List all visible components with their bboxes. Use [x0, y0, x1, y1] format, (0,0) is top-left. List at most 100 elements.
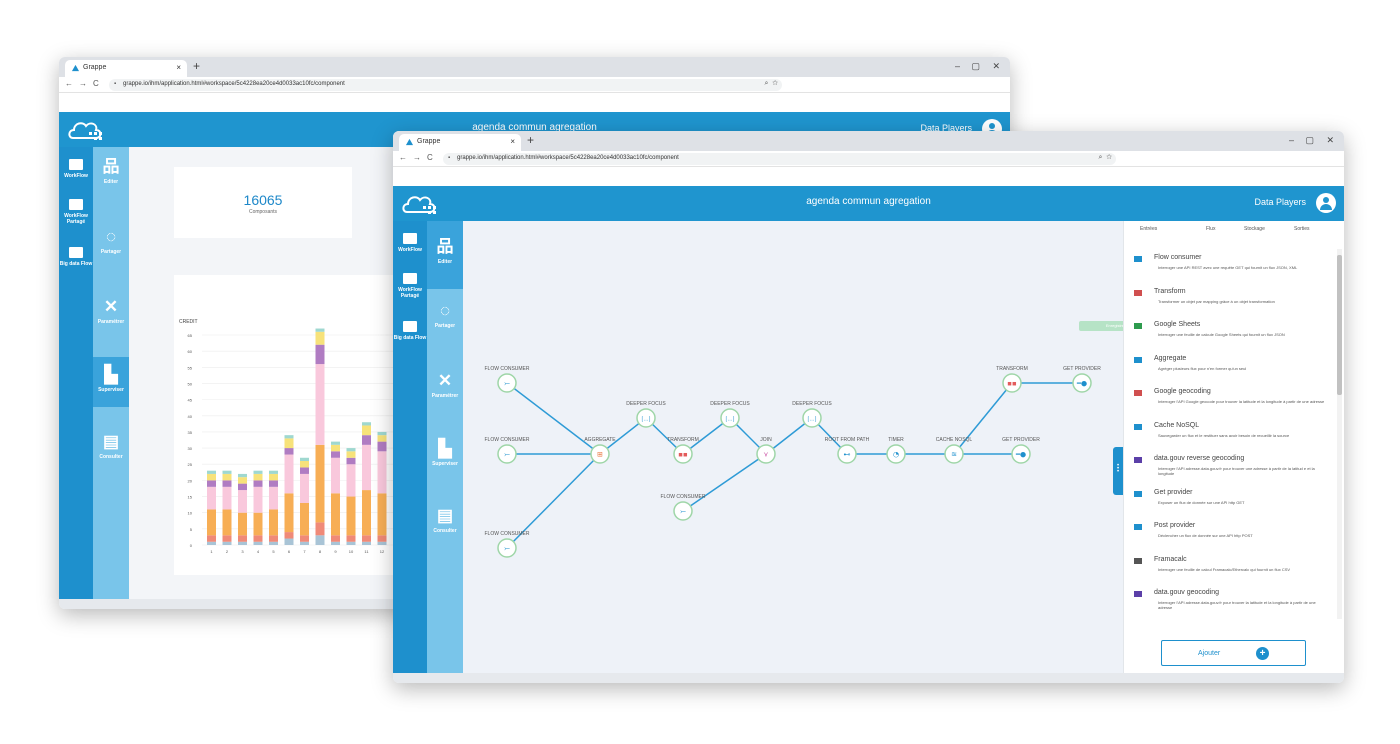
- bar-segment[interactable]: [315, 535, 325, 545]
- bar-segment[interactable]: [300, 503, 309, 536]
- bar-segment[interactable]: [284, 435, 294, 439]
- bar-segment[interactable]: [207, 480, 216, 487]
- bar-segment[interactable]: [207, 535, 216, 542]
- bar-segment[interactable]: [346, 535, 356, 542]
- workflow-node-fc4[interactable]: ⤚ FLOW CONSUMER: [661, 494, 706, 521]
- bar-segment[interactable]: [253, 512, 263, 536]
- bar-segment[interactable]: [238, 483, 247, 491]
- bar-segment[interactable]: [284, 454, 294, 494]
- browser-window-front[interactable]: Grappe × + – ▢ ✕ ← → C ▪ grappe.io/ihm/a…: [393, 131, 1344, 683]
- bar-segment[interactable]: [331, 451, 340, 458]
- tab-entrees[interactable]: Entrées: [1140, 226, 1157, 232]
- bar-segment[interactable]: [346, 448, 356, 452]
- workflow-node-tr1[interactable]: ▪▪ TRANSFORM: [667, 437, 699, 464]
- bar-segment[interactable]: [346, 457, 356, 465]
- new-tab-button[interactable]: +: [527, 133, 534, 147]
- bar-segment[interactable]: [222, 486, 232, 510]
- bar-segment[interactable]: [300, 457, 309, 461]
- bar-segment[interactable]: [253, 473, 263, 481]
- bar-segment[interactable]: [269, 541, 278, 545]
- close-window-button[interactable]: ✕: [992, 61, 1000, 72]
- tab-close-icon[interactable]: ×: [510, 137, 515, 146]
- minimize-button[interactable]: –: [1289, 135, 1294, 145]
- bar-segment[interactable]: [377, 541, 387, 545]
- bar-segment[interactable]: [300, 473, 309, 503]
- sidebar-item-big-data-flow[interactable]: Big data Flow: [393, 321, 427, 341]
- bar-segment[interactable]: [315, 344, 325, 365]
- workflow-node-df2[interactable]: […] DEEPER FOCUS: [710, 401, 750, 428]
- new-tab-button[interactable]: +: [193, 59, 200, 73]
- bar-segment[interactable]: [207, 486, 216, 510]
- workflow-node-timer[interactable]: ◔ TIMER: [886, 437, 906, 464]
- bar-segment[interactable]: [300, 535, 309, 542]
- workflow-node-agg[interactable]: ⊞ AGGREGATE: [584, 437, 616, 464]
- bar-segment[interactable]: [377, 435, 387, 442]
- workflow-node-root[interactable]: ⊷ ROOT FROM PATH: [825, 437, 870, 464]
- bar-segment[interactable]: [346, 541, 356, 545]
- minimize-button[interactable]: –: [955, 61, 960, 71]
- bar-segment[interactable]: [362, 490, 371, 536]
- tab-stockage[interactable]: Stockage: [1244, 226, 1265, 232]
- bar-segment[interactable]: [315, 522, 325, 536]
- bar-segment[interactable]: [238, 477, 247, 484]
- sidebar-item-partager[interactable]: ◌ Partager: [93, 227, 129, 255]
- bar-segment[interactable]: [222, 509, 232, 536]
- bar-segment[interactable]: [315, 364, 325, 445]
- bar-segment[interactable]: [331, 444, 340, 452]
- bar-segment[interactable]: [253, 486, 263, 513]
- user-name[interactable]: Data Players: [1254, 197, 1306, 207]
- sidebar-item-workflow[interactable]: WorkFlow: [393, 233, 427, 253]
- sidebar-item-editer[interactable]: 品 Editer: [93, 157, 129, 185]
- bar-segment[interactable]: [253, 535, 263, 542]
- bar-segment[interactable]: [222, 541, 232, 545]
- bar-segment[interactable]: [300, 461, 309, 468]
- bar-segment[interactable]: [377, 431, 387, 436]
- bar-segment[interactable]: [362, 425, 371, 436]
- bar-segment[interactable]: [238, 535, 247, 542]
- bar-segment[interactable]: [269, 535, 278, 542]
- browser-tab[interactable]: Grappe ×: [65, 60, 187, 77]
- workflow-node-fc2[interactable]: ⤚ FLOW CONSUMER: [485, 437, 530, 464]
- bar-segment[interactable]: [331, 493, 340, 536]
- tab-sorties[interactable]: Sorties: [1294, 226, 1310, 232]
- bar-segment[interactable]: [362, 535, 371, 542]
- zoom-icon[interactable]: ⌕ ☆: [764, 80, 778, 88]
- sidebar-item-superviser[interactable]: ▙ Superviser: [93, 357, 129, 407]
- workflow-node-getp2[interactable]: ━● GET PROVIDER: [1063, 366, 1101, 393]
- bar-segment[interactable]: [222, 473, 232, 481]
- close-window-button[interactable]: ✕: [1326, 135, 1334, 146]
- bar-segment[interactable]: [331, 541, 340, 545]
- bar-segment[interactable]: [377, 451, 387, 494]
- bar-segment[interactable]: [315, 328, 325, 332]
- bar-segment[interactable]: [300, 467, 309, 474]
- bar-segment[interactable]: [362, 435, 371, 445]
- bar-segment[interactable]: [284, 448, 294, 455]
- bar-segment[interactable]: [269, 473, 278, 481]
- bar-segment[interactable]: [377, 535, 387, 542]
- sidebar-item-workflow[interactable]: WorkFlow: [59, 159, 93, 179]
- bar-segment[interactable]: [238, 473, 247, 478]
- bar-segment[interactable]: [284, 532, 294, 539]
- forward-button[interactable]: →: [413, 153, 421, 162]
- sidebar-item-parametrer[interactable]: ✕ Paramétrer: [427, 371, 463, 399]
- bar-segment[interactable]: [222, 535, 232, 542]
- bar-segment[interactable]: [269, 480, 278, 487]
- bar-segment[interactable]: [377, 493, 387, 536]
- scrollbar-thumb[interactable]: [1337, 255, 1342, 395]
- restore-button[interactable]: ▢: [1305, 135, 1314, 146]
- bar-segment[interactable]: [346, 464, 356, 497]
- tab-flux[interactable]: Flux: [1206, 226, 1215, 232]
- panel-toggle-handle[interactable]: • • •: [1113, 447, 1123, 495]
- bar-segment[interactable]: [238, 541, 247, 545]
- bar-segment[interactable]: [315, 444, 325, 523]
- bar-segment[interactable]: [362, 422, 371, 426]
- sidebar-item-parametrer[interactable]: ✕ Paramétrer: [93, 297, 129, 325]
- bar-segment[interactable]: [331, 457, 340, 494]
- workflow-node-df1[interactable]: […] DEEPER FOCUS: [626, 401, 666, 428]
- workflow-node-getp1[interactable]: ━● GET PROVIDER: [1002, 437, 1040, 464]
- bar-segment[interactable]: [207, 470, 216, 474]
- sidebar-item-partager[interactable]: ◌ Partager: [427, 301, 463, 329]
- bar-segment[interactable]: [331, 441, 340, 445]
- bar-segment[interactable]: [362, 444, 371, 491]
- sidebar-item-big-data-flow[interactable]: Big data Flow: [59, 247, 93, 267]
